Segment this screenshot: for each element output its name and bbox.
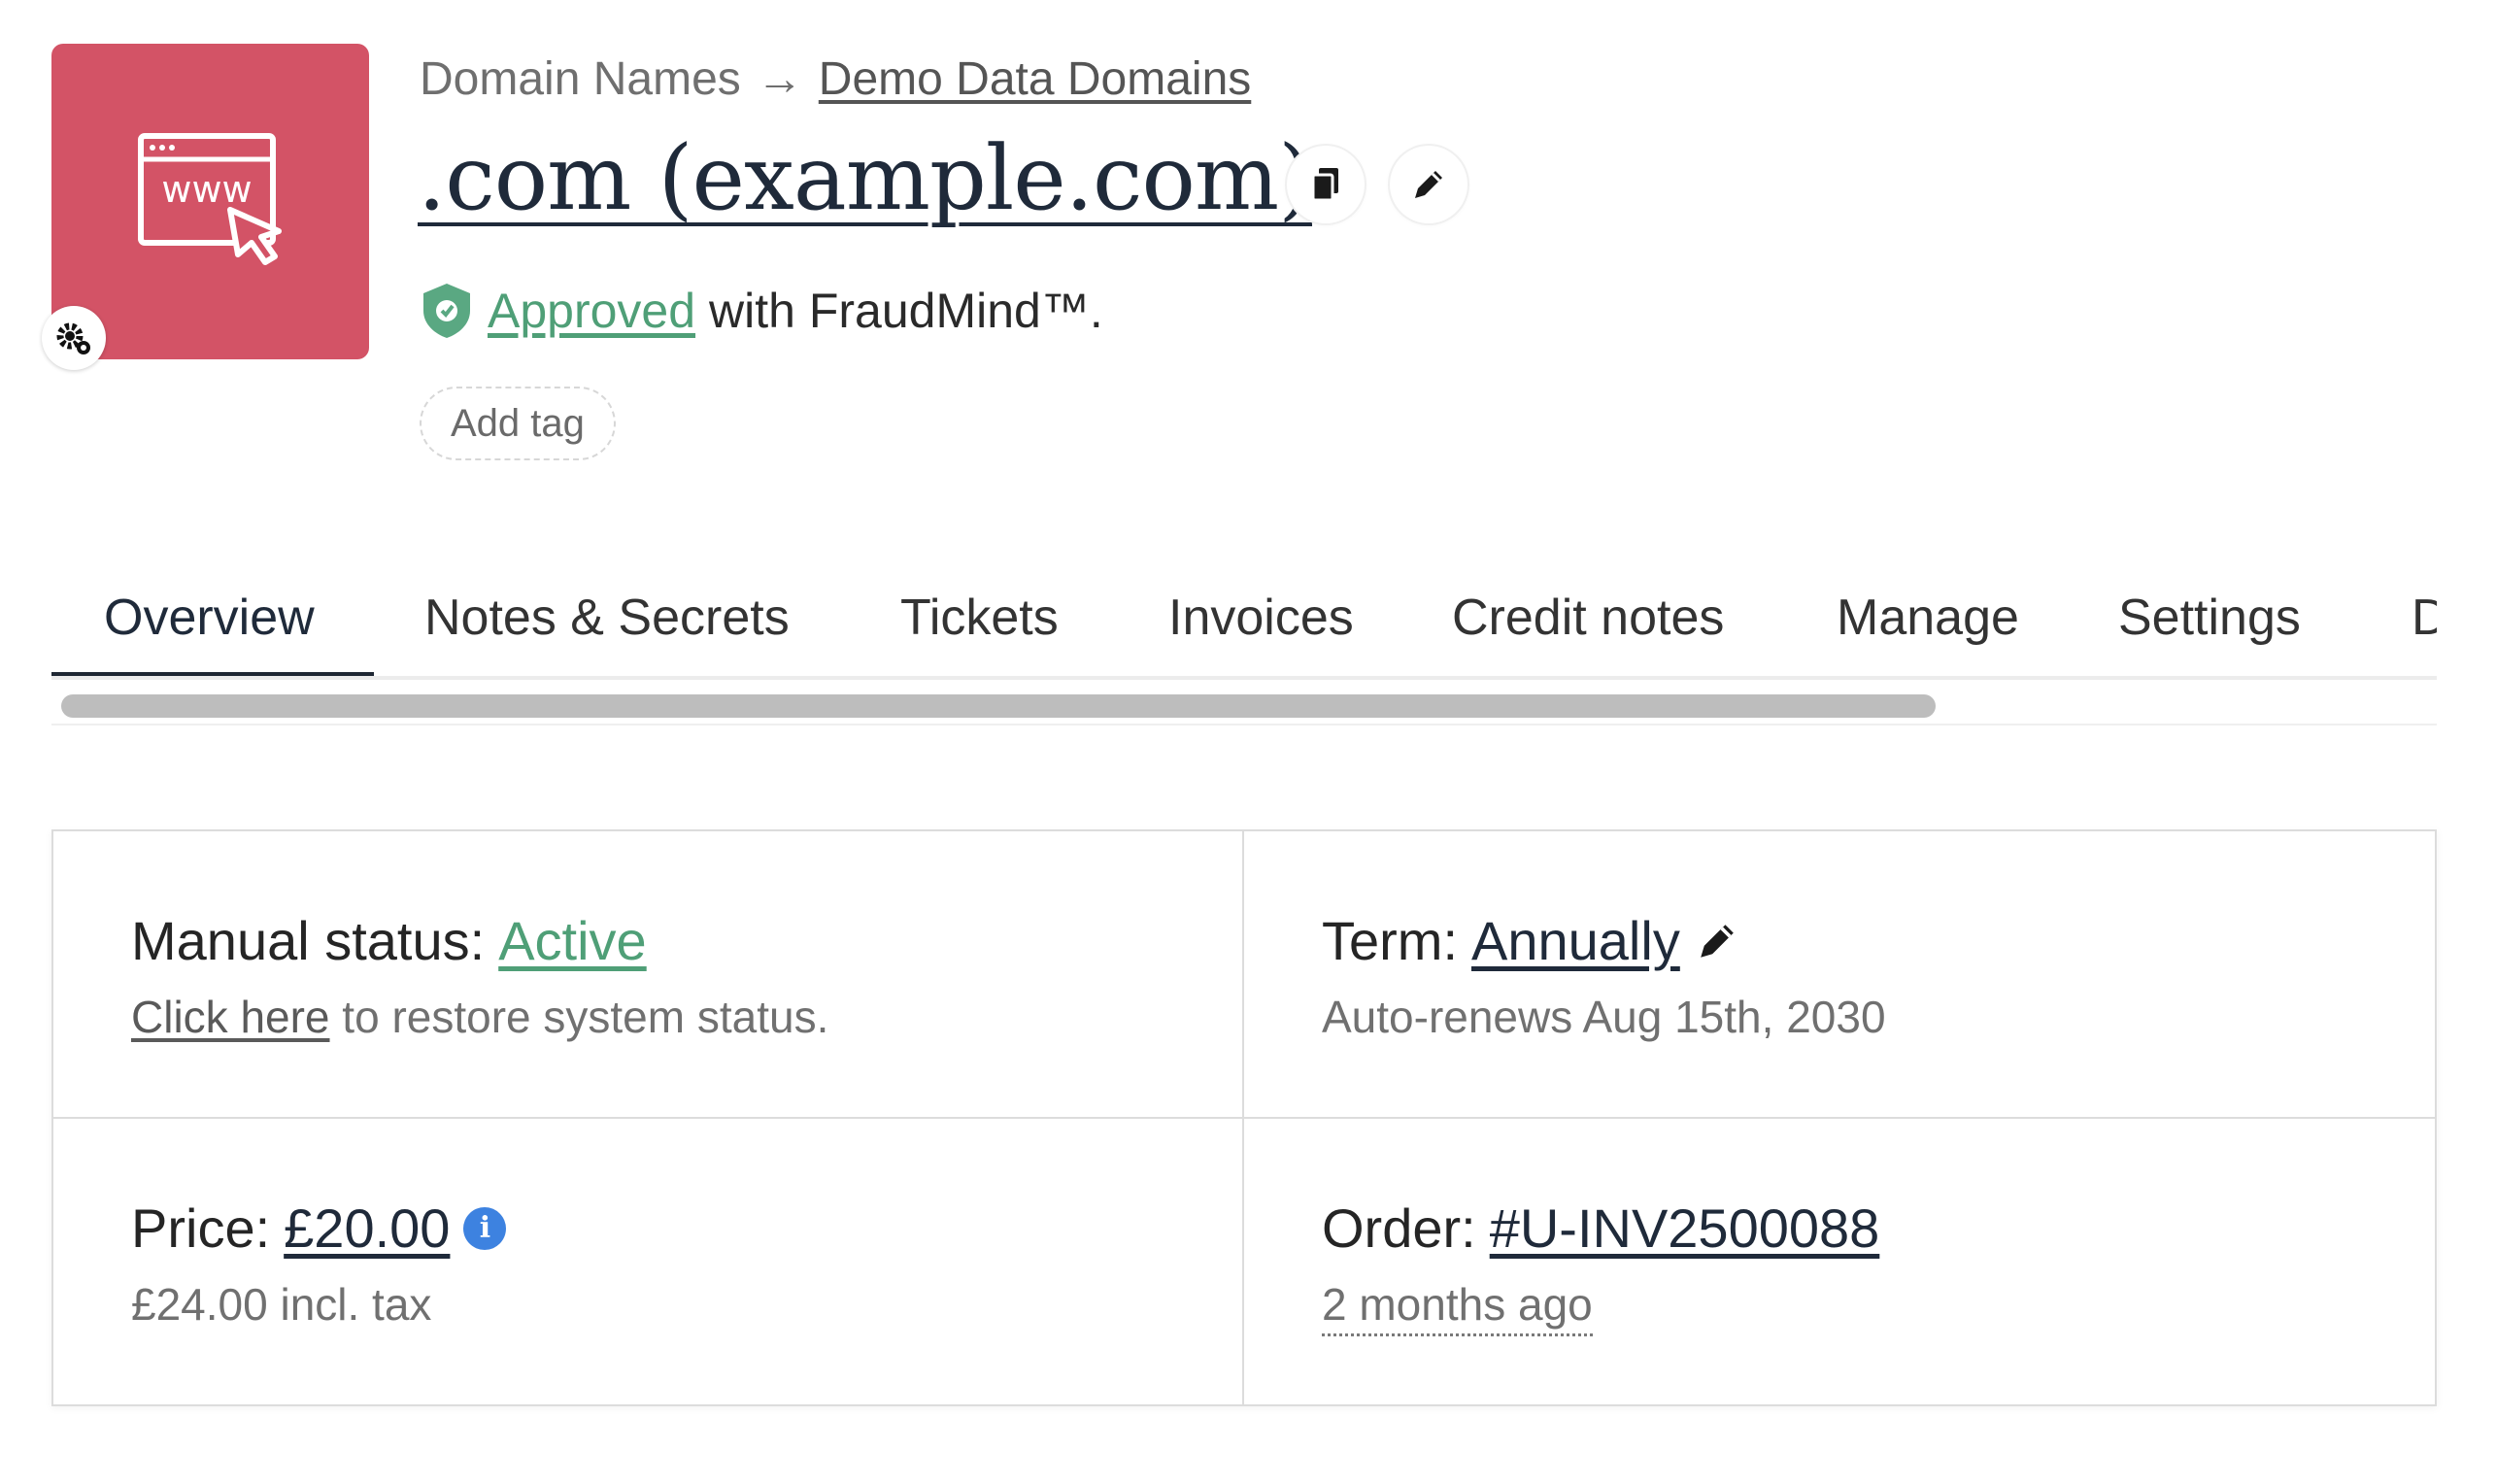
tab-overview[interactable]: Overview [104,556,315,676]
tab-tickets[interactable]: Tickets [900,556,1059,676]
shield-check-icon [423,284,470,338]
manual-status-value[interactable]: Active [498,909,647,972]
order-card: Order: #U-INV2500088 2 months ago [1244,1119,2435,1406]
approval-suffix: with FraudMind™. [709,284,1103,338]
pencil-icon[interactable] [1694,918,1740,964]
product-image[interactable]: www [51,44,369,359]
fraud-approval: Approved with FraudMind™. [420,282,1103,340]
copy-button[interactable] [1287,146,1365,223]
tab-settings[interactable]: Settings [2118,556,2301,676]
tab-manage[interactable]: Manage [1837,556,2019,676]
term-card: Term: Annually Auto-renews Aug 15th, 203… [1244,831,2435,1119]
order-link[interactable]: #U-INV2500088 [1490,1197,1880,1260]
term-label: Term: [1322,910,1458,971]
term-value[interactable]: Annually [1471,909,1680,972]
tab-invoices[interactable]: Invoices [1168,556,1354,676]
breadcrumb-link[interactable]: Demo Data Domains [819,52,1252,106]
price-incl-tax: £24.00 incl. tax [131,1279,432,1330]
price-label: Price: [131,1197,271,1259]
active-tab-indicator [51,672,374,676]
tabs-scrollbar[interactable] [51,683,2437,725]
breadcrumb-arrow-icon: → [756,53,803,105]
order-label: Order: [1322,1197,1476,1259]
auto-renew-text: Auto-renews Aug 15th, 2030 [1322,992,1886,1042]
tab-credit-notes[interactable]: Credit notes [1452,556,1724,676]
edit-title-button[interactable] [1390,146,1467,223]
manual-status-card: Manual status: Active Click here to rest… [53,831,1244,1119]
approval-status-link[interactable]: Approved [488,283,695,339]
price-value[interactable]: £20.00 [284,1197,450,1260]
restore-status-link[interactable]: Click here [131,992,330,1042]
overview-grid: Manual status: Active Click here to rest… [51,829,2437,1406]
info-icon[interactable]: i [463,1206,507,1250]
breadcrumb-root: Domain Names [420,53,741,105]
product-image-text: www [161,168,252,211]
copy-icon [1311,168,1338,202]
breadcrumb: Domain Names → Demo Data Domains [420,52,1251,106]
page-title[interactable]: .com (example.com) [418,126,1313,230]
tab-bar: Overview Notes & Secrets Tickets Invoice… [51,556,2437,680]
tab-notes-secrets[interactable]: Notes & Secrets [424,556,790,676]
restore-status-text: to restore system status. [342,992,829,1042]
order-time: 2 months ago [1322,1279,1593,1336]
price-card: Price: £20.00 i £24.00 incl. tax [53,1119,1244,1406]
add-tag-button[interactable]: Add tag [420,387,616,460]
gear-icon [56,322,90,354]
browser-www-cursor-icon: www [138,133,282,265]
manual-status-label: Manual status: [131,910,486,971]
product-settings-button[interactable] [42,306,106,370]
tab-overflow[interactable]: D [2412,556,2437,676]
tabs-scrollbar-thumb[interactable] [61,694,1936,718]
pencil-icon [1415,171,1442,198]
